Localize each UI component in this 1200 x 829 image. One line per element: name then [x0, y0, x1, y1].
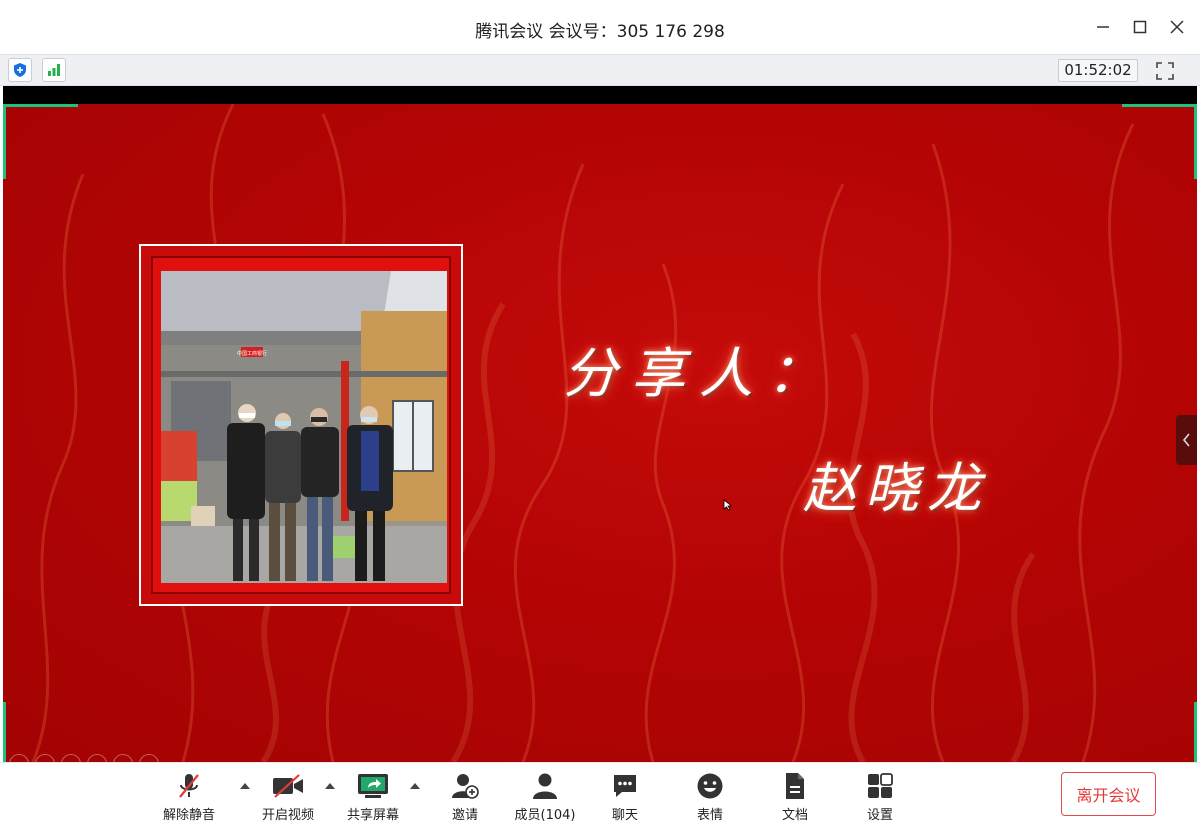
unmute-button[interactable]: 解除静音 — [149, 771, 229, 823]
smiley-icon — [697, 773, 723, 799]
reactions-button[interactable]: 表情 — [670, 771, 750, 823]
photo-frame: 中国工商银行 — [139, 244, 463, 606]
title-bar: 腾讯会议 会议号：305 176 298 — [0, 0, 1200, 54]
share-screen-label: 共享屏幕 — [346, 808, 399, 823]
slideshow-controls — [9, 754, 159, 762]
chat-button[interactable]: 聊天 — [585, 771, 665, 823]
members-button[interactable]: 成员(104) — [505, 771, 585, 823]
microphone-muted-icon — [179, 774, 199, 798]
chat-bubble-icon — [614, 775, 636, 797]
start-video-button[interactable]: 开启视频 — [248, 771, 328, 823]
frame-corner — [1122, 104, 1197, 107]
documents-button[interactable]: 文档 — [755, 771, 835, 823]
frame-corner — [3, 702, 6, 762]
share-screen-icon — [358, 774, 388, 798]
frame-corner — [3, 104, 6, 179]
frame-corner — [3, 104, 78, 107]
leave-meeting-button[interactable]: 离开会议 — [1061, 772, 1156, 816]
minimize-button[interactable] — [1092, 16, 1114, 38]
side-panel-toggle[interactable] — [1176, 415, 1197, 465]
network-button[interactable] — [42, 58, 66, 82]
settings-label: 设置 — [866, 808, 893, 823]
status-bar: 01:52:02 — [0, 54, 1200, 86]
pen-tool-button[interactable] — [61, 754, 81, 762]
zoom-button[interactable] — [113, 754, 133, 762]
meeting-toolbar: 解除静音 开启视频 共享屏幕 邀请 成员(104) 聊天 表情 文档 设置 离开… — [0, 762, 1200, 829]
add-user-icon — [452, 774, 479, 799]
fullscreen-icon — [1156, 62, 1174, 80]
more-options-button[interactable] — [139, 754, 159, 762]
next-slide-button[interactable] — [35, 754, 55, 762]
speaker-label: 分享人： — [563, 342, 835, 405]
members-icon — [533, 773, 557, 799]
previous-slide-button[interactable] — [9, 754, 29, 762]
maximize-icon — [1133, 20, 1147, 34]
window-title: 腾讯会议 会议号：305 176 298 — [475, 22, 725, 42]
signal-icon — [48, 64, 60, 76]
close-button[interactable] — [1166, 16, 1188, 38]
maximize-button[interactable] — [1129, 16, 1151, 38]
meeting-timer: 01:52:02 — [1058, 59, 1138, 82]
building-sign: 中国工商银行 — [237, 350, 267, 357]
unmute-label: 解除静音 — [162, 808, 215, 823]
invite-label: 邀请 — [451, 808, 478, 823]
reactions-label: 表情 — [696, 808, 723, 823]
frame-corner — [1194, 104, 1197, 179]
grid-settings-icon — [868, 773, 893, 798]
fullscreen-button[interactable] — [1153, 59, 1177, 83]
members-label: 成员(104) — [514, 808, 576, 823]
camera-off-icon — [273, 774, 303, 798]
group-photo: 中国工商银行 — [161, 271, 447, 583]
slides-overview-button[interactable] — [87, 754, 107, 762]
speaker-name: 赵晓龙 — [803, 457, 989, 520]
documents-label: 文档 — [781, 808, 808, 823]
shield-icon — [14, 63, 26, 77]
shared-screen: 中国工商银行 分享人： 赵晓龙 — [3, 86, 1197, 762]
chat-label: 聊天 — [611, 808, 638, 823]
mouse-cursor-icon — [723, 499, 733, 511]
invite-button[interactable]: 邀请 — [425, 771, 505, 823]
settings-button[interactable]: 设置 — [840, 771, 920, 823]
frame-corner — [1194, 702, 1197, 762]
security-button[interactable] — [8, 58, 32, 82]
presentation-slide: 中国工商银行 分享人： 赵晓龙 — [3, 104, 1197, 762]
minimize-icon — [1097, 26, 1109, 28]
share-screen-button[interactable]: 共享屏幕 — [333, 771, 413, 823]
share-options-caret[interactable] — [410, 783, 420, 789]
chevron-left-icon — [1182, 433, 1190, 447]
close-icon — [1170, 20, 1184, 34]
document-icon — [786, 773, 804, 799]
start-video-label: 开启视频 — [261, 808, 314, 823]
